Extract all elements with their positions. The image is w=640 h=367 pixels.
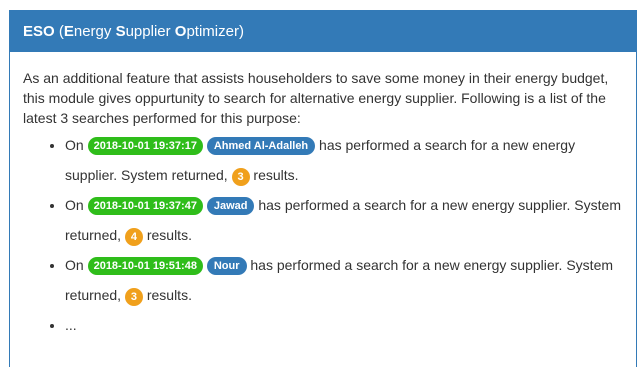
search-list: On 2018-10-01 19:37:17 Ahmed Al-Adalleh … [23, 130, 626, 340]
user-label: Ahmed Al-Adalleh [206, 137, 316, 155]
list-item: On 2018-10-01 19:51:48 Nour has performe… [65, 250, 626, 310]
results-count-badge: 3 [231, 168, 250, 186]
title-rest: (Energy Supplier Optimizer) [54, 23, 244, 40]
panel-body: As an additional feature that assists ho… [10, 52, 636, 340]
item-suffix: results. [146, 227, 192, 243]
item-prefix: On [65, 197, 84, 213]
list-item: On 2018-10-01 19:37:17 Ahmed Al-Adalleh … [65, 130, 626, 190]
list-item-ellipsis: ... [65, 310, 626, 340]
item-prefix: On [65, 137, 84, 153]
user-label: Nour [206, 257, 247, 275]
panel-heading: ESO (Energy Supplier Optimizer) [10, 11, 636, 52]
item-suffix: results. [253, 167, 299, 183]
item-suffix: results. [146, 287, 192, 303]
eso-panel: ESO (Energy Supplier Optimizer) As an ad… [9, 10, 637, 367]
results-count-badge: 4 [124, 228, 143, 246]
results-count-badge: 3 [124, 288, 143, 306]
title-abbr: ESO [23, 23, 55, 40]
user-label: Jawad [206, 197, 255, 215]
item-prefix: On [65, 257, 84, 273]
list-item: On 2018-10-01 19:37:47 Jawad has perform… [65, 190, 626, 250]
date-label: 2018-10-01 19:37:47 [87, 197, 203, 215]
date-label: 2018-10-01 19:51:48 [87, 257, 203, 275]
date-label: 2018-10-01 19:37:17 [87, 137, 203, 155]
intro-text: As an additional feature that assists ho… [23, 70, 609, 126]
